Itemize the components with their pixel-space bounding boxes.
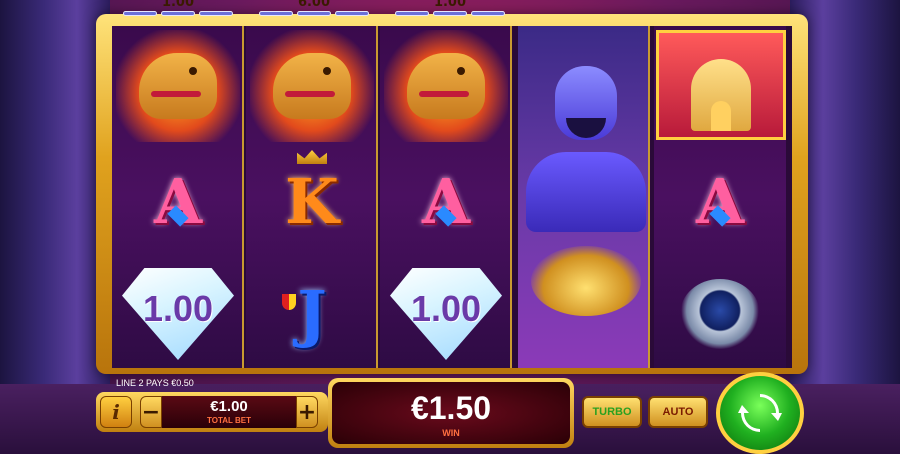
genie-body [526, 152, 646, 232]
spin-arrows-icon [738, 394, 782, 432]
win-value: €1.50 [410, 390, 492, 426]
palace-icon [691, 59, 751, 131]
camel-icon [407, 53, 485, 119]
bet-marker-3: 1.00 [388, 0, 512, 18]
genie-symbol [520, 26, 652, 368]
diamond-value: 1.00 [410, 288, 482, 329]
camel-symbol [250, 30, 374, 142]
diamond-symbol: 1.00 [384, 258, 508, 370]
total-bet-value: €1.00 [210, 398, 248, 415]
bet-marker-1: 1.00 [116, 0, 240, 18]
camel-symbol [384, 30, 508, 142]
letter-j-symbol: J [250, 258, 374, 370]
letter-j: J [297, 277, 327, 350]
diamond-value: 1.00 [142, 288, 214, 329]
letter-a-symbol: A [658, 146, 782, 258]
camel-icon [139, 53, 217, 119]
letter-k-symbol: K [250, 146, 374, 258]
info-button[interactable]: i [100, 396, 132, 428]
bet-marker-2: 6.00 [252, 0, 376, 18]
increase-bet-button[interactable]: + [296, 396, 318, 428]
win-label: WIN [442, 428, 460, 438]
bet-marker-value: 1.00 [433, 0, 467, 10]
magic-lamp-icon [531, 246, 641, 316]
palace-symbol [656, 30, 786, 140]
crown-icon [297, 150, 327, 164]
total-bet-display: €1.00 TOTAL BET [162, 396, 296, 428]
line-pays-text: LINE 2 PAYS €0.50 [116, 378, 194, 388]
palace-door [711, 101, 731, 131]
shield-icon [282, 294, 296, 310]
letter-a-symbol: A [384, 146, 508, 258]
decrease-bet-button[interactable]: − [140, 396, 162, 428]
total-bet-label: TOTAL BET [207, 416, 251, 425]
diamond-symbol: 1.00 [116, 258, 240, 370]
turbo-button[interactable]: TURBO [582, 396, 642, 428]
letter-k: K [285, 165, 339, 238]
ring-symbol [658, 258, 782, 370]
letter-a-symbol: A [116, 146, 240, 258]
bet-marker-value: 1.00 [161, 0, 195, 10]
camel-symbol [116, 30, 240, 142]
camel-icon [273, 53, 351, 119]
spin-button[interactable] [716, 372, 804, 454]
autoplay-button[interactable]: AUTO [648, 396, 708, 428]
win-display: €1.50 WIN [328, 378, 574, 448]
sapphire-ring-icon [680, 279, 760, 349]
bet-marker-value: 6.00 [297, 0, 331, 10]
